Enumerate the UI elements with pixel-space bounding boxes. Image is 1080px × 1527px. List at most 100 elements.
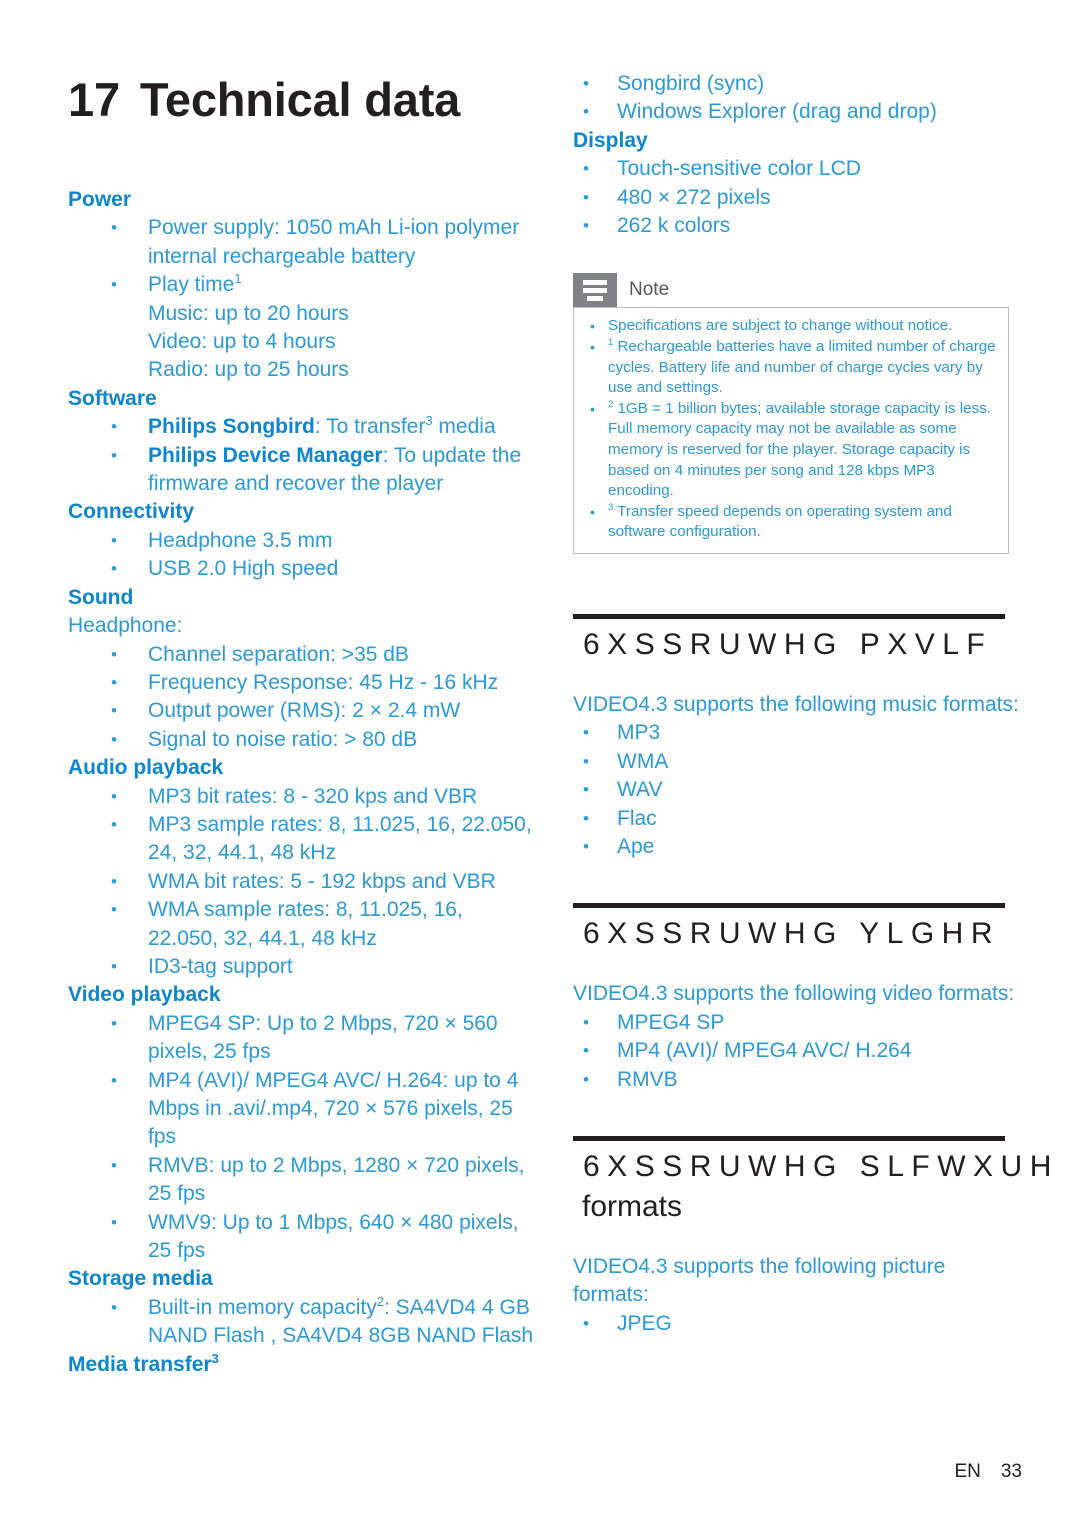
list-item: Specifications are subject to change wit… bbox=[584, 316, 996, 337]
list-item: Ape bbox=[573, 833, 1023, 862]
list-item: Built-in memory capacity2: SA4VD4 4 GB N… bbox=[68, 1294, 538, 1351]
supported-video-intro: VIDEO4.3 supports the following video fo… bbox=[573, 982, 1015, 1006]
note-lines-icon bbox=[573, 273, 617, 308]
list-item: WMV9: Up to 1 Mbps, 640 × 480 pixels, 25… bbox=[68, 1209, 538, 1266]
list-item-text: 3 Transfer speed depends on operating sy… bbox=[608, 500, 952, 541]
list-item: Frequency Response: 45 Hz - 16 kHz bbox=[68, 669, 538, 698]
list-item: Windows Explorer (drag and drop) bbox=[573, 98, 1023, 127]
list-item-text: MP3 bit rates: 8 - 320 kps and VBR bbox=[148, 784, 478, 808]
list-item: Signal to noise ratio: > 80 dB bbox=[68, 726, 538, 755]
section-heading-sound: Sound bbox=[68, 585, 134, 609]
supported-music-heading: 6XSSRUWHG PXVLF bbox=[583, 627, 993, 661]
supported-music-list: MP3 WMA WAV Flac Ape bbox=[573, 719, 1023, 861]
supported-picture-block: 6XSSRUWHG SLFWXUH formats VIDEO4.3 suppor… bbox=[573, 1136, 1051, 1339]
list-item: RMVB: up to 2 Mbps, 1280 × 720 pixels, 2… bbox=[68, 1152, 538, 1209]
list-item-text: Flac bbox=[617, 806, 657, 830]
section-heading-power: Power bbox=[68, 188, 132, 211]
supported-picture-heading: 6XSSRUWHG SLFWXUH formats bbox=[582, 1147, 1051, 1227]
storage-media-list: Built-in memory capacity2: SA4VD4 4 GB N… bbox=[68, 1294, 538, 1351]
list-item: 480 × 272 pixels bbox=[573, 184, 1023, 213]
list-item: ID3-tag support bbox=[68, 953, 538, 982]
list-item: MPEG4 SP bbox=[573, 1009, 1023, 1038]
list-item-text: MP3 sample rates: 8, 11.025, 16, 22.050,… bbox=[148, 812, 532, 865]
heading-line-1: 6XSSRUWHG SLFWXUH bbox=[583, 1150, 1059, 1184]
list-item-text: Specifications are subject to change wit… bbox=[608, 317, 953, 335]
left-column: Power Power supply: 1050 mAh Li-ion poly… bbox=[68, 186, 538, 1379]
list-item-text: MP4 (AVI)/ MPEG4 AVC/ H.264 bbox=[617, 1039, 912, 1063]
section-heading-software: Software bbox=[68, 386, 157, 410]
connectivity-list: Headphone 3.5 mm USB 2.0 High speed bbox=[68, 527, 538, 584]
list-item: Channel separation: >35 dB bbox=[68, 641, 538, 670]
list-item-text: WMV9: Up to 1 Mbps, 640 × 480 pixels, 25… bbox=[148, 1210, 519, 1263]
document-page: 17 Technical data Power Power supply: 105… bbox=[0, 0, 1080, 1527]
list-item-text: : To transfer3 media bbox=[314, 413, 496, 439]
display-list: Touch-sensitive color LCD 480 × 272 pixe… bbox=[573, 155, 1023, 241]
list-item-emphasis: Philips Device Manager bbox=[148, 443, 383, 467]
list-item-text: Channel separation: >35 dB bbox=[148, 642, 409, 666]
list-item-text: Ape bbox=[617, 835, 655, 858]
list-item: Play time1Music: up to 20 hoursVideo: up… bbox=[68, 271, 538, 385]
list-item-text: Touch-sensitive color LCD bbox=[617, 157, 861, 181]
heading-rule bbox=[573, 903, 1005, 909]
sound-list: Channel separation: >35 dB Frequency Res… bbox=[68, 641, 538, 755]
supported-video-list: MPEG4 SP MP4 (AVI)/ MPEG4 AVC/ H.264 RMV… bbox=[573, 1009, 1023, 1095]
list-item-text: Windows Explorer (drag and drop) bbox=[617, 100, 937, 124]
list-item: Power supply: 1050 mAh Li-ion polymer in… bbox=[68, 214, 538, 271]
list-item-text: Power supply: 1050 mAh Li-ion polymer in… bbox=[148, 216, 520, 268]
list-item-text: MPEG4 SP bbox=[617, 1010, 725, 1034]
list-item-text: Output power (RMS): 2 × 2.4 mW bbox=[148, 699, 461, 723]
section-heading-video-playback: Video playback bbox=[68, 983, 221, 1007]
list-item-text: WAV bbox=[617, 778, 663, 802]
list-item: MPEG4 SP: Up to 2 Mbps, 720 × 560 pixels… bbox=[68, 1010, 538, 1067]
list-item: 1 Rechargeable batteries have a limited … bbox=[584, 337, 996, 399]
footer-page-number: 33 bbox=[1000, 1461, 1022, 1482]
list-item: Headphone 3.5 mm bbox=[68, 527, 538, 556]
list-item: WMA sample rates: 8, 11.025, 16, 22.050,… bbox=[68, 896, 538, 953]
list-item: Songbird (sync) bbox=[573, 70, 1023, 99]
list-item: MP4 (AVI)/ MPEG4 AVC/ H.264 bbox=[573, 1037, 1023, 1066]
list-item-text: 480 × 272 pixels bbox=[617, 185, 771, 209]
list-item-text: Play time1 Music: up to 20 hours Video: up… bbox=[148, 271, 349, 382]
list-item-emphasis: Philips Songbird bbox=[148, 415, 315, 439]
audio-playback-list: MP3 bit rates: 8 - 320 kps and VBR MP3 s… bbox=[68, 783, 538, 982]
list-item-text: RMVB bbox=[617, 1067, 678, 1091]
note-label: Note bbox=[629, 279, 670, 301]
section-heading-storage-media: Storage media bbox=[68, 1267, 213, 1291]
list-item-text: WMA bbox=[617, 749, 669, 773]
list-item-text: MP3 bbox=[617, 721, 661, 745]
list-item-text: RMVB: up to 2 Mbps, 1280 × 720 pixels, 2… bbox=[148, 1153, 525, 1206]
right-column: Songbird (sync) Windows Explorer (drag a… bbox=[573, 70, 1051, 1339]
list-item: RMVB bbox=[573, 1066, 1023, 1095]
list-item-text: Songbird (sync) bbox=[617, 72, 765, 95]
heading-rule bbox=[573, 613, 1005, 619]
section-heading-connectivity: Connectivity bbox=[68, 500, 195, 524]
list-item: 2 1GB = 1 billion bytes; available stora… bbox=[584, 399, 996, 502]
list-item-text: JPEG bbox=[617, 1311, 672, 1335]
video-playback-list: MPEG4 SP: Up to 2 Mbps, 720 × 560 pixels… bbox=[68, 1010, 538, 1266]
list-item: Touch-sensitive color LCD bbox=[573, 155, 1023, 184]
list-item-text: 262 k colors bbox=[617, 214, 731, 238]
list-item: WMA bit rates: 5 - 192 kbps and VBR bbox=[68, 868, 538, 897]
list-item: WMA bbox=[573, 748, 1023, 777]
supported-music-intro: VIDEO4.3 supports the following music fo… bbox=[573, 692, 1019, 716]
list-item: Philips Songbird: To transfer3 media bbox=[68, 413, 538, 442]
section-heading-audio-playback: Audio playback bbox=[68, 756, 224, 780]
page-title: 17 Technical data bbox=[68, 72, 568, 127]
power-list: Power supply: 1050 mAh Li-ion polymer in… bbox=[68, 214, 538, 384]
list-item-text: Signal to noise ratio: > 80 dB bbox=[148, 727, 418, 751]
list-item-text: Frequency Response: 45 Hz - 16 kHz bbox=[148, 670, 499, 694]
note-list: Specifications are subject to change wit… bbox=[584, 316, 996, 543]
note-callout: Note Specifications are subject to chang… bbox=[573, 273, 1009, 554]
list-item: 262 k colors bbox=[573, 212, 1023, 241]
list-item-text: 2 1GB = 1 billion bytes; available stora… bbox=[608, 397, 992, 500]
list-item: MP4 (AVI)/ MPEG4 AVC/ H.264: up to 4 Mbp… bbox=[68, 1067, 538, 1152]
chapter-title: Technical data bbox=[139, 73, 461, 126]
list-item-text: MPEG4 SP: Up to 2 Mbps, 720 × 560 pixels… bbox=[148, 1011, 498, 1064]
list-item: MP3 bit rates: 8 - 320 kps and VBR bbox=[68, 783, 538, 812]
list-item: 3 Transfer speed depends on operating sy… bbox=[584, 502, 996, 543]
footer-locale: EN bbox=[954, 1461, 981, 1482]
list-item-text: ID3-tag support bbox=[148, 954, 293, 978]
note-tab: Note bbox=[573, 273, 1009, 308]
list-item: WAV bbox=[573, 776, 1023, 805]
software-list: Philips Songbird: To transfer3 media Phi… bbox=[68, 413, 538, 498]
